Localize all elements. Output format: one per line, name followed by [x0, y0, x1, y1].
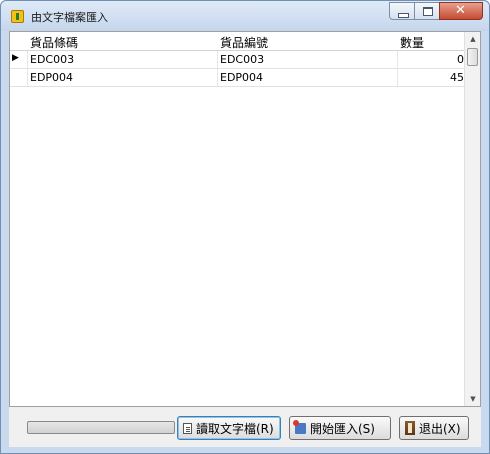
cell-barcode[interactable]: EDC003: [30, 53, 74, 66]
cell-quantity[interactable]: 0: [457, 53, 464, 66]
cell-item-no[interactable]: EDC003: [220, 53, 264, 66]
current-row-indicator-icon: ▶: [12, 53, 19, 63]
table-row[interactable]: ▶ EDC003 EDC003 0: [10, 51, 466, 69]
column-header-item-no[interactable]: 貨品編號: [220, 34, 268, 51]
read-text-file-label: 讀取文字檔(R): [196, 421, 274, 436]
cell-barcode[interactable]: EDP004: [30, 71, 73, 84]
document-icon: [183, 422, 192, 434]
cell-quantity[interactable]: 45: [450, 71, 464, 84]
cell-item-no[interactable]: EDP004: [220, 71, 263, 84]
import-progress-bar: [27, 421, 175, 434]
scroll-thumb[interactable]: [467, 48, 478, 66]
client-area: 貨品條碼 貨品編號 數量 ▶ EDC003 EDC003 0 EDP004 ED…: [9, 31, 481, 447]
start-import-label: 開始匯入(S): [310, 421, 375, 436]
vertical-scrollbar[interactable]: ▲ ▼: [464, 32, 480, 406]
exit-door-icon: [405, 421, 415, 435]
window-controls: [389, 2, 483, 20]
exit-button[interactable]: 退出(X): [399, 416, 469, 440]
grid-header: 貨品條碼 貨品編號 數量: [10, 32, 466, 51]
exit-label: 退出(X): [419, 421, 461, 436]
import-icon: [293, 419, 306, 434]
start-import-button[interactable]: 開始匯入(S): [289, 416, 391, 440]
maximize-button[interactable]: [414, 2, 440, 20]
scroll-up-arrow-icon[interactable]: ▲: [465, 32, 481, 46]
window-title: 由文字檔案匯入: [31, 11, 108, 24]
minimize-button[interactable]: [389, 2, 415, 20]
title-bar: 由文字檔案匯入: [1, 1, 489, 31]
import-window: 由文字檔案匯入 貨品條碼 貨品編號 數量 ▶ EDC003 EDC003 0: [0, 0, 490, 454]
close-button[interactable]: [439, 2, 483, 20]
table-row[interactable]: EDP004 EDP004 45: [10, 69, 466, 87]
scroll-down-arrow-icon[interactable]: ▼: [465, 392, 481, 406]
app-icon: [11, 10, 24, 23]
column-header-quantity[interactable]: 數量: [400, 34, 424, 51]
column-header-barcode[interactable]: 貨品條碼: [30, 34, 78, 51]
read-text-file-button[interactable]: 讀取文字檔(R): [177, 416, 281, 440]
data-grid[interactable]: 貨品條碼 貨品編號 數量 ▶ EDC003 EDC003 0 EDP004 ED…: [9, 31, 481, 407]
